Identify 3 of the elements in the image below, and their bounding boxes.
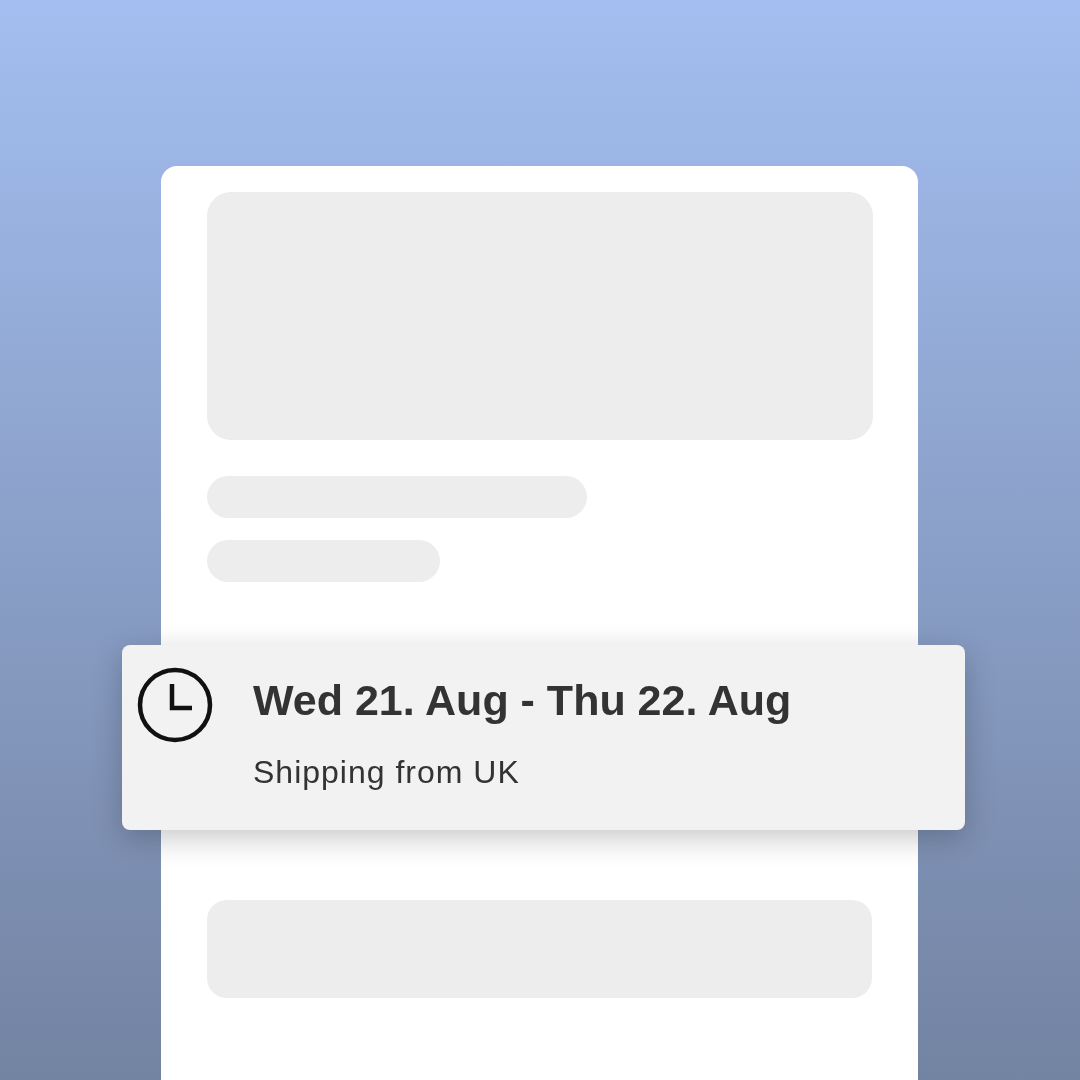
delivery-date-range: Wed 21. Aug - Thu 22. Aug <box>253 675 792 726</box>
clock-icon <box>136 666 214 744</box>
shipping-origin: Shipping from UK <box>253 753 521 792</box>
